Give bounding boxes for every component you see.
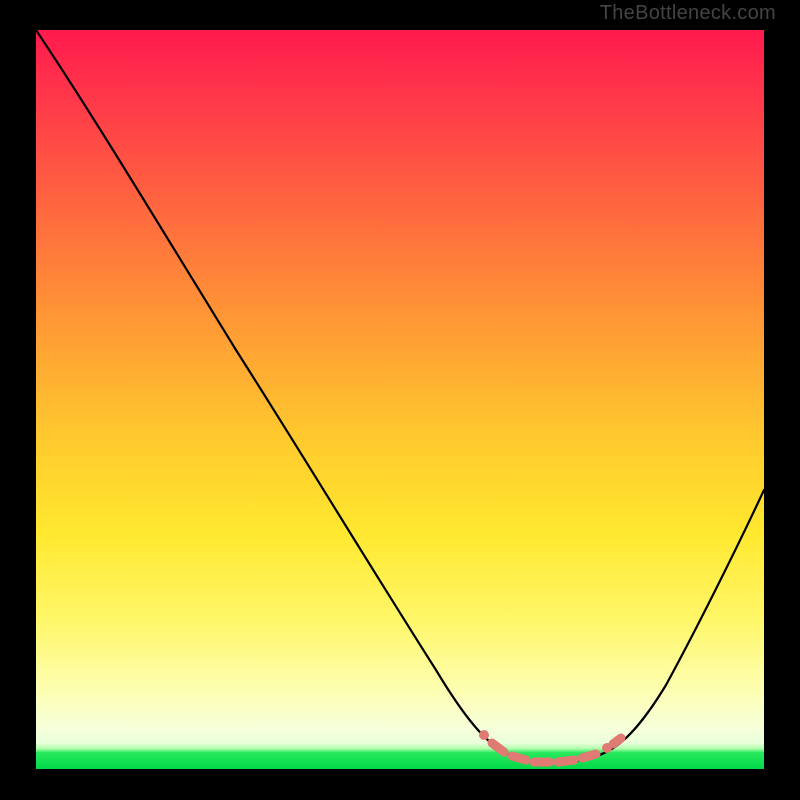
optimal-range-markers bbox=[479, 730, 621, 762]
plot-svg bbox=[36, 30, 764, 769]
plot-area bbox=[36, 30, 764, 769]
bottleneck-curve bbox=[36, 30, 764, 763]
chart-frame: TheBottleneck.com bbox=[0, 0, 800, 800]
brand-label: TheBottleneck.com bbox=[600, 2, 776, 25]
